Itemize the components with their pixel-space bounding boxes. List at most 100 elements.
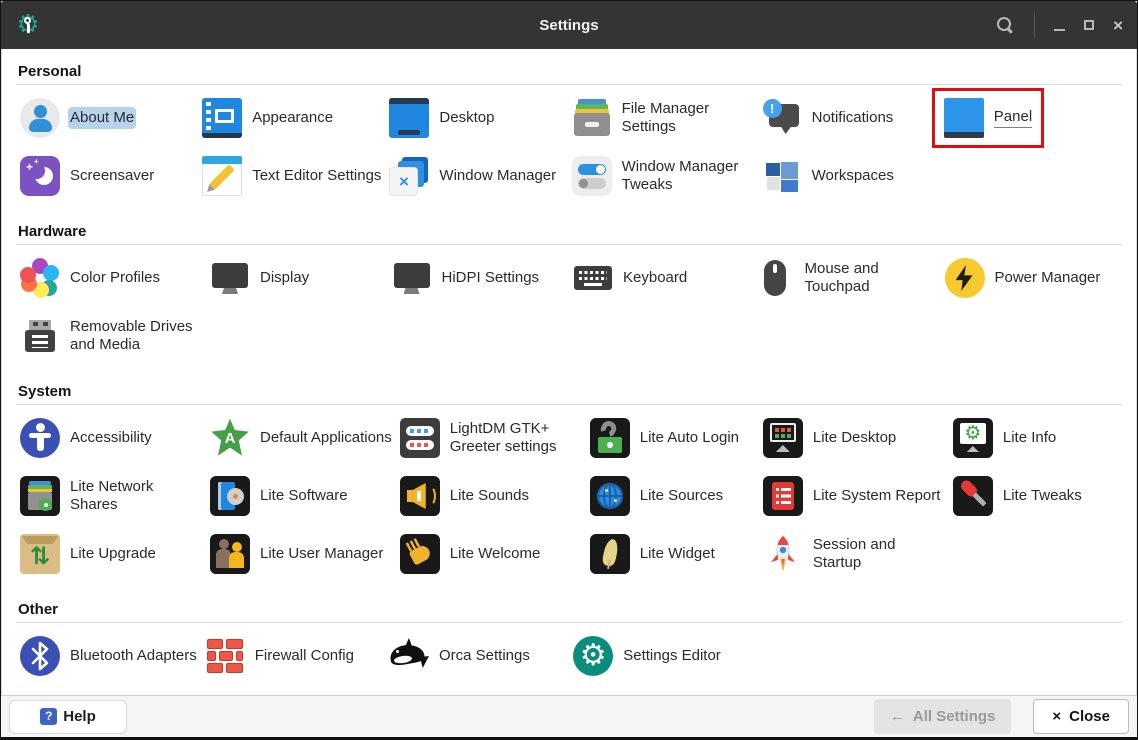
grid-cell: Window Manager Tweaks: [568, 151, 758, 201]
section-header-system: System: [18, 383, 72, 400]
item-lite-software[interactable]: Lite Software: [206, 474, 352, 518]
item-lite-info[interactable]: ⚙ Lite Info: [949, 416, 1060, 460]
item-text-editor-settings[interactable]: Text Editor Settings: [198, 154, 385, 198]
item-lite-user-manager[interactable]: Lite User Manager: [206, 532, 387, 576]
item-desktop[interactable]: Desktop: [385, 96, 498, 140]
grid-cell: Lite Widget: [586, 529, 759, 579]
item-lite-network-shares[interactable]: Lite Network Shares: [16, 474, 206, 518]
item-lite-tweaks[interactable]: Lite Tweaks: [949, 474, 1086, 518]
item-display[interactable]: Display: [206, 256, 313, 300]
item-accessibility[interactable]: Accessibility: [16, 416, 156, 460]
footer-right-buttons: ← All Settings × Close: [873, 699, 1129, 734]
lite-widget-icon: [589, 534, 630, 574]
grid-cell: Accessibility: [16, 413, 206, 463]
usb-icon: [20, 316, 60, 356]
item-lite-auto-login[interactable]: Lite Auto Login: [586, 416, 743, 460]
item-label: Settings Editor: [623, 647, 721, 665]
item-label: Lite Widget: [639, 545, 715, 563]
item-lite-desktop[interactable]: Lite Desktop: [759, 416, 900, 460]
item-removable-drives-and-media[interactable]: Removable Drives and Media: [16, 314, 206, 358]
grid-cell: Lite Sources: [586, 471, 759, 521]
item-label: Desktop: [439, 109, 495, 127]
item-firewall-config[interactable]: Firewall Config: [201, 634, 358, 678]
item-lite-upgrade[interactable]: ⇅ Lite Upgrade: [16, 532, 160, 576]
item-window-manager[interactable]: × Window Manager: [385, 154, 560, 198]
item-notifications[interactable]: ! Notifications: [758, 96, 898, 140]
item-label: About Me: [70, 109, 135, 127]
lite-info-icon: ⚙: [952, 418, 993, 458]
minimize-icon[interactable]: [1054, 28, 1066, 31]
text-editor-icon: [202, 156, 243, 196]
close-button[interactable]: × Close: [1033, 699, 1129, 734]
lite-desktop-icon: [762, 418, 803, 458]
item-lite-sounds[interactable]: Lite Sounds: [396, 474, 533, 518]
item-label: Appearance: [252, 109, 334, 127]
item-lite-system-report[interactable]: Lite System Report: [759, 474, 945, 518]
grid-cell: + + Screensaver: [16, 151, 198, 201]
item-window-manager-tweaks[interactable]: Window Manager Tweaks: [568, 154, 758, 198]
footer: ? Help ← All Settings × Close: [1, 695, 1137, 737]
close-icon[interactable]: ×: [1113, 17, 1123, 34]
item-label: Lite Info: [1002, 429, 1057, 447]
grid-cell: × Window Manager: [385, 151, 567, 201]
item-label: Default Applications: [260, 429, 392, 447]
item-about-me[interactable]: About Me: [16, 96, 138, 140]
item-label: Workspaces: [811, 167, 894, 185]
grid-cell: Orca Settings: [385, 631, 569, 681]
item-color-profiles[interactable]: Color Profiles: [16, 256, 164, 300]
about-me-icon: [20, 98, 60, 138]
window-title: Settings: [539, 16, 599, 34]
item-screensaver[interactable]: + + Screensaver: [16, 154, 158, 198]
search-icon[interactable]: [996, 16, 1015, 35]
item-label: Color Profiles: [70, 269, 161, 287]
grid-cell: Lite Network Shares: [16, 471, 206, 521]
app-logo-icon: ⚙: [15, 12, 41, 38]
grid-cell: Power Manager: [941, 253, 1123, 303]
item-lite-sources[interactable]: Lite Sources: [586, 474, 727, 518]
item-power-manager[interactable]: Power Manager: [941, 256, 1105, 300]
section-grid-hardware: Color Profiles Display HiDPI Settings Keybo…: [16, 245, 1122, 371]
item-label: File Manager Settings: [621, 100, 710, 135]
item-label: Lite Software: [260, 487, 348, 505]
item-default-applications[interactable]: A Default Applications: [206, 416, 396, 460]
grid-cell: Bluetooth Adapters: [16, 631, 201, 681]
all-settings-button[interactable]: ← All Settings: [873, 699, 1012, 734]
help-button[interactable]: ? Help: [9, 699, 127, 734]
all-settings-button-label: All Settings: [912, 708, 996, 725]
grid-cell: ! Notifications: [758, 93, 940, 143]
keyboard-icon: [573, 258, 613, 298]
item-label: Lite Sounds: [449, 487, 529, 505]
lightdm-icon: [399, 418, 440, 458]
item-label: LightDM GTK+ Greeter settings: [449, 420, 557, 455]
item-appearance[interactable]: Appearance: [198, 96, 337, 140]
item-label: Lite Network Shares: [70, 478, 154, 513]
maximize-icon[interactable]: [1084, 20, 1095, 30]
item-label: Orca Settings: [439, 647, 530, 665]
item-workspaces[interactable]: Workspaces: [758, 154, 898, 198]
item-settings-editor[interactable]: ⚙ Settings Editor: [569, 634, 725, 678]
item-panel[interactable]: Panel: [931, 88, 1045, 148]
grid-cell: Session and Startup: [759, 529, 949, 579]
item-keyboard[interactable]: Keyboard: [569, 256, 691, 300]
item-mouse-and-touchpad[interactable]: Mouse and Touchpad: [751, 256, 941, 300]
item-orca-settings[interactable]: Orca Settings: [385, 634, 534, 678]
grid-cell: Desktop: [385, 93, 567, 143]
orca-icon: [388, 636, 429, 676]
grid-cell: LightDM GTK+ Greeter settings: [396, 413, 586, 463]
lite-welcome-icon: [399, 534, 440, 574]
grid-cell: Firewall Config: [201, 631, 385, 681]
item-bluetooth-adapters[interactable]: Bluetooth Adapters: [16, 634, 201, 678]
grid-cell: ⚙ Lite Info: [949, 413, 1122, 463]
display-icon: [210, 258, 250, 298]
item-hidpi-settings[interactable]: HiDPI Settings: [388, 256, 544, 300]
firewall-icon: [205, 636, 245, 676]
item-lightdm-gtk-greeter-settings[interactable]: LightDM GTK+ Greeter settings: [396, 416, 586, 460]
grid-cell: ⚙ Settings Editor: [569, 631, 753, 681]
item-file-manager-settings[interactable]: File Manager Settings: [568, 96, 758, 140]
grid-cell: Keyboard: [569, 253, 751, 303]
item-session-and-startup[interactable]: Session and Startup: [759, 532, 949, 576]
default-apps-icon: A: [210, 418, 250, 458]
lite-sounds-icon: [399, 476, 440, 516]
item-lite-welcome[interactable]: Lite Welcome: [396, 532, 545, 576]
item-lite-widget[interactable]: Lite Widget: [586, 532, 719, 576]
